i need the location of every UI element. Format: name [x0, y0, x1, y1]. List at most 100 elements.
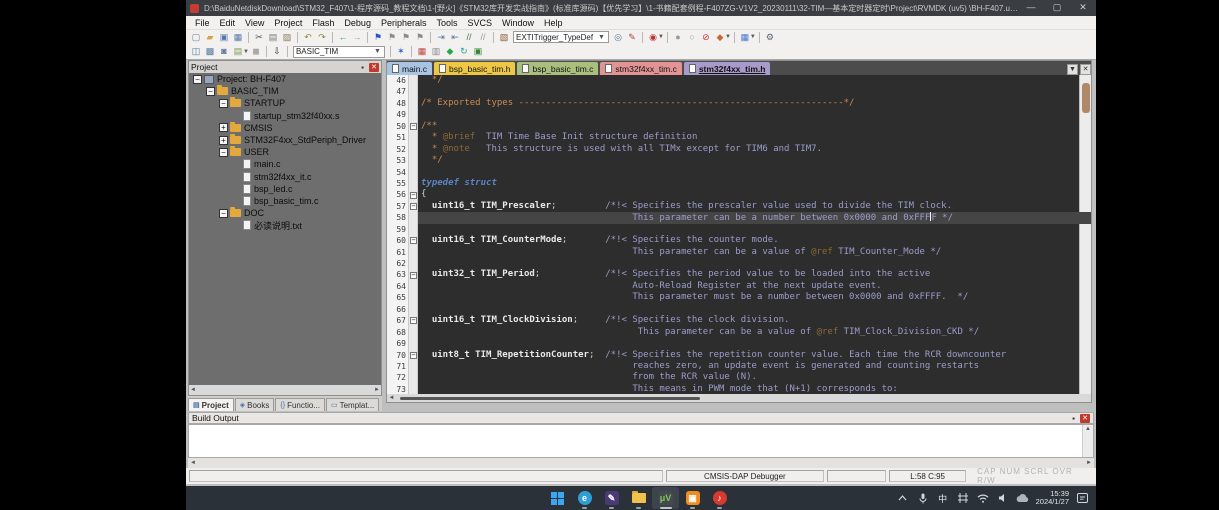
project-hscrollbar[interactable]: ◄ ►: [189, 385, 381, 395]
menu-tools[interactable]: Tools: [431, 18, 462, 28]
tree-item[interactable]: +STM32F4xx_StdPeriph_Driver: [189, 134, 381, 146]
code-line-47[interactable]: 47: [387, 86, 1091, 97]
dropdown-arrow-icon[interactable]: ▼: [725, 34, 731, 40]
volume-icon[interactable]: [995, 490, 1011, 506]
fold-collapse-icon[interactable]: −: [410, 203, 417, 210]
editor-hscroll-thumb[interactable]: [400, 397, 700, 400]
paste-button[interactable]: ▨: [280, 31, 294, 44]
scroll-right-icon[interactable]: ►: [374, 387, 380, 393]
find-next-button[interactable]: ◎: [611, 31, 625, 44]
wifi-icon[interactable]: [975, 490, 991, 506]
editor-tab-bsp_basic_tim-c[interactable]: bsp_basic_tim.c: [517, 62, 598, 75]
toggle-breakpoint-button[interactable]: ●: [671, 31, 685, 44]
fold-collapse-icon[interactable]: −: [410, 192, 417, 199]
editor-tab-bsp_basic_tim-h[interactable]: bsp_basic_tim.h: [434, 62, 515, 75]
workspace-tab-functio[interactable]: {}Functio...: [275, 398, 325, 411]
pack-installer-button[interactable]: ▣: [471, 45, 485, 58]
collapse-icon[interactable]: −: [219, 99, 228, 108]
maximize-button[interactable]: ▢: [1044, 0, 1070, 16]
expand-icon[interactable]: +: [219, 136, 228, 145]
refresh-button[interactable]: ↻: [457, 45, 471, 58]
disable-breakpoint-button[interactable]: ⊘: [699, 31, 713, 44]
file-extensions-button[interactable]: ▥: [429, 45, 443, 58]
symbol-search-combo[interactable]: EXTITrigger_TypeDef▼: [513, 31, 609, 43]
next-bookmark-button[interactable]: ⚑: [399, 31, 413, 44]
open-file-button[interactable]: ▰: [203, 31, 217, 44]
build-output-content[interactable]: ▲: [188, 424, 1094, 458]
scroll-right-icon[interactable]: ►: [1086, 460, 1092, 466]
menu-help[interactable]: Help: [539, 18, 568, 28]
code-line-49[interactable]: 49: [387, 109, 1091, 120]
manage-project-items-button[interactable]: ▦: [415, 45, 429, 58]
new-file-button[interactable]: ▢: [189, 31, 203, 44]
menu-svcs[interactable]: SVCS: [463, 18, 498, 28]
collapse-icon[interactable]: −: [193, 75, 202, 84]
menu-flash[interactable]: Flash: [307, 18, 339, 28]
tree-item[interactable]: bsp_basic_tim.c: [189, 195, 381, 207]
editor-tab-stm32f4xx_tim-c[interactable]: stm32f4xx_tim.c: [600, 62, 681, 75]
tree-item[interactable]: −Project: BH-F407: [189, 73, 381, 85]
scroll-up-icon[interactable]: ▲: [1084, 426, 1093, 432]
save-button[interactable]: ▣: [217, 31, 231, 44]
code-editor[interactable]: 46 */4748/* Exported types -------------…: [387, 75, 1091, 396]
save-all-button[interactable]: ▦: [231, 31, 245, 44]
code-line-68[interactable]: 68 This parameter can be a value of @ref…: [387, 327, 1091, 338]
tree-item[interactable]: −USER: [189, 146, 381, 158]
configure-tools-button[interactable]: ⚙: [763, 31, 777, 44]
fold-collapse-icon[interactable]: −: [410, 272, 417, 279]
navigate-back-button[interactable]: ←: [336, 31, 350, 44]
code-line-62[interactable]: 62: [387, 258, 1091, 269]
code-line-52[interactable]: 52 * @note This structure is used with a…: [387, 144, 1091, 155]
enable-breakpoint-button[interactable]: ○: [685, 31, 699, 44]
pin-icon[interactable]: ▪: [358, 63, 367, 72]
code-line-54[interactable]: 54: [387, 167, 1091, 178]
taskbar-clock[interactable]: 15:39 2024/1/27: [1036, 490, 1069, 507]
tree-item[interactable]: stm32f4xx_it.c: [189, 171, 381, 183]
tree-item[interactable]: −DOC: [189, 207, 381, 219]
code-line-56[interactable]: 56−{: [387, 189, 1091, 200]
code-line-72[interactable]: 72 from the RCR value (N).: [387, 372, 1091, 383]
collapse-icon[interactable]: −: [219, 148, 228, 157]
build-output-close-icon[interactable]: ✕: [1080, 414, 1090, 423]
comment-selection-button[interactable]: //: [462, 31, 476, 44]
chevron-down-icon[interactable]: ▼: [373, 48, 382, 55]
document-list-dropdown-icon[interactable]: ▼: [1067, 64, 1078, 75]
code-line-69[interactable]: 69: [387, 338, 1091, 349]
close-document-icon[interactable]: ✕: [1080, 64, 1091, 75]
previous-bookmark-button[interactable]: ⚑: [385, 31, 399, 44]
menu-edit[interactable]: Edit: [215, 18, 241, 28]
menu-peripherals[interactable]: Peripherals: [376, 18, 432, 28]
code-line-60[interactable]: 60− uint16_t TIM_CounterMode; /*!< Speci…: [387, 235, 1091, 246]
code-line-73[interactable]: 73 This means in PWM mode that (N+1) cor…: [387, 384, 1091, 395]
redo-button[interactable]: ↷: [315, 31, 329, 44]
build-output-vscrollbar[interactable]: ▲: [1082, 425, 1093, 457]
code-line-61[interactable]: 61 This parameter can be a value of @ref…: [387, 247, 1091, 258]
navigate-forward-button[interactable]: →: [350, 31, 364, 44]
build-button[interactable]: ▩: [203, 45, 217, 58]
code-line-50[interactable]: 50−/**: [387, 121, 1091, 132]
outdent-button[interactable]: ⇤: [448, 31, 462, 44]
clear-bookmarks-button[interactable]: ⚑: [413, 31, 427, 44]
minimize-button[interactable]: —: [1018, 0, 1044, 16]
netease-music-app[interactable]: ♪: [706, 487, 733, 509]
tree-item[interactable]: −BASIC_TIM: [189, 85, 381, 97]
fold-collapse-icon[interactable]: −: [410, 352, 417, 359]
code-line-65[interactable]: 65 This parameter must be a number betwe…: [387, 292, 1091, 303]
notification-center-icon[interactable]: [1074, 490, 1090, 506]
menu-project[interactable]: Project: [269, 18, 307, 28]
menu-debug[interactable]: Debug: [339, 18, 376, 28]
code-line-58[interactable]: 58 This parameter can be a number betwee…: [387, 212, 1091, 223]
editor-tab-main-c[interactable]: main.c: [387, 62, 432, 75]
tray-expand-chevron-icon[interactable]: [895, 490, 911, 506]
menu-view[interactable]: View: [240, 18, 269, 28]
cloud-sync-icon[interactable]: [1015, 490, 1031, 506]
code-line-57[interactable]: 57− uint16_t TIM_Prescaler; /*!< Specifi…: [387, 201, 1091, 212]
uncomment-selection-button[interactable]: //: [476, 31, 490, 44]
fold-collapse-icon[interactable]: −: [410, 123, 417, 130]
dropdown-arrow-icon[interactable]: ▼: [658, 34, 664, 40]
menu-file[interactable]: File: [190, 18, 215, 28]
rebuild-button[interactable]: ◙: [217, 45, 231, 58]
ime-grid-icon[interactable]: [955, 490, 971, 506]
scroll-left-icon[interactable]: ◄: [190, 460, 196, 466]
indent-button[interactable]: ⇥: [434, 31, 448, 44]
